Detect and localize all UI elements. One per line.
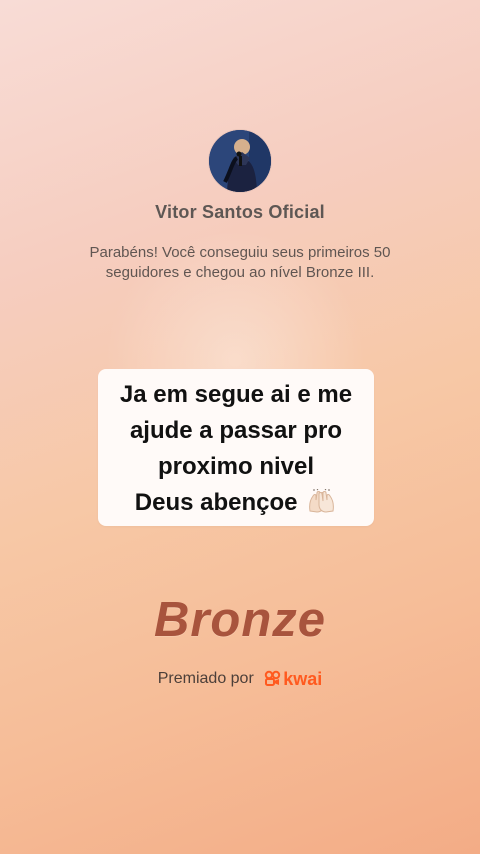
- bronze-badge: Bronze: [153, 593, 327, 647]
- comment-line-3: proximo nivel: [157, 453, 315, 480]
- comment-card: Ja em segue ai e me ajude a passar pro p…: [98, 369, 374, 526]
- comment-line-1: Ja em segue ai e me: [119, 381, 353, 408]
- profile-name: Vitor Santos Oficial: [155, 202, 325, 222]
- award-prefix: Premiado por: [157, 670, 254, 687]
- kwai-brand: kwai: [264, 669, 322, 689]
- award-line: Premiado por kwai: [0, 668, 480, 690]
- achievement-message-line-2: seguidores e chegou ao nível Bronze III.: [105, 264, 375, 281]
- kwai-logo-icon: [264, 670, 281, 687]
- kwai-brand-text: kwai: [283, 668, 323, 689]
- raised-hands-icon: [306, 488, 337, 513]
- comment-line-4-wrap: Deus abençoe: [98, 485, 374, 521]
- avatar[interactable]: [209, 130, 271, 192]
- comment-line-2: ajude a passar pro: [129, 417, 343, 444]
- profile-photo: [209, 130, 271, 192]
- achievement-message-line-1: Parabéns! Você conseguiu seus primeiros …: [89, 244, 391, 261]
- comment-line-4: Deus abençoe: [134, 489, 298, 516]
- achievement-message: Parabéns! Você conseguiu seus primeiros …: [62, 243, 418, 283]
- achievement-screen: Vitor Santos Oficial Parabéns! Você cons…: [0, 0, 480, 854]
